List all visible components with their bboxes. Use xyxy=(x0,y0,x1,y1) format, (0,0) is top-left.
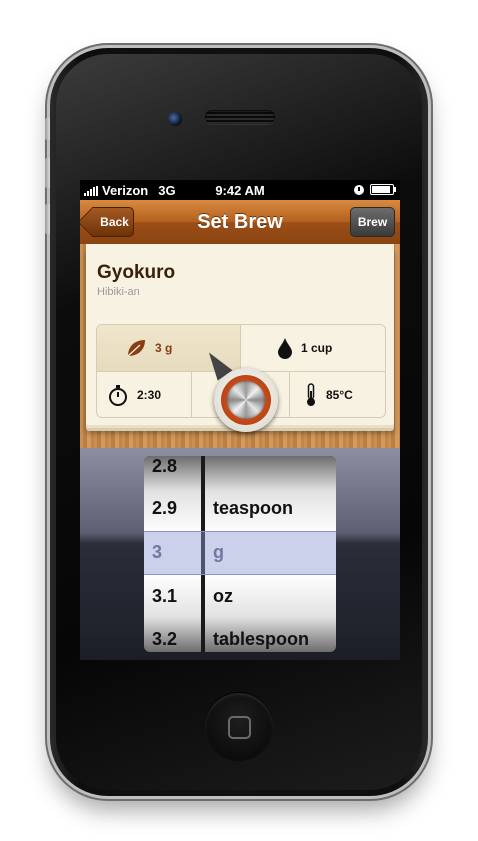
water-drop-icon xyxy=(278,338,292,359)
navigation-bar: Back Set Brew Brew xyxy=(80,200,400,245)
picker-area: 2.8 2.9 3 3.1 3.2 teaspoon g oz tablespo… xyxy=(80,448,400,660)
water-value: 1 cup xyxy=(301,341,333,355)
volume-up-button xyxy=(45,158,50,188)
amount-picker[interactable]: 2.8 2.9 3 3.1 3.2 teaspoon g oz tablespo… xyxy=(144,456,336,652)
alarm-clock-icon xyxy=(354,184,364,195)
brew-dial[interactable] xyxy=(214,368,278,432)
volume-down-button xyxy=(45,204,50,234)
picker-number[interactable]: 3.1 xyxy=(144,574,201,618)
earpiece-speaker xyxy=(205,110,275,124)
mute-switch xyxy=(45,118,50,140)
picker-unit[interactable]: teaspoon xyxy=(205,486,336,530)
dial-face xyxy=(227,381,265,419)
picker-unit[interactable]: oz xyxy=(205,574,336,618)
front-camera xyxy=(168,112,182,126)
temperature-value: 85°C xyxy=(326,387,353,402)
picker-selection-indicator xyxy=(144,531,336,575)
brew-button[interactable]: Brew xyxy=(350,207,395,237)
temperature-cell[interactable]: 85°C xyxy=(290,372,385,417)
time-value: 2:30 xyxy=(137,387,162,402)
home-square-icon xyxy=(228,716,251,739)
status-bar: Verizon 3G 9:42 AM xyxy=(80,180,400,200)
leaf-icon xyxy=(127,340,145,357)
home-button[interactable] xyxy=(205,693,273,761)
time-cell[interactable]: 2:30 xyxy=(97,372,191,417)
picker-number[interactable]: 2.9 xyxy=(144,486,201,530)
status-time: 9:42 AM xyxy=(215,183,265,198)
thermometer-icon xyxy=(307,382,315,406)
amount-value: 3 g xyxy=(155,341,173,355)
back-button[interactable]: Back xyxy=(92,207,134,237)
picker-unit[interactable]: tablespoon xyxy=(205,617,336,652)
tea-vendor: Hibiki-an xyxy=(97,286,140,298)
screen: Verizon 3G 9:42 AM Back Set Brew Brew Gy… xyxy=(80,180,400,660)
picker-number[interactable]: 2.8 xyxy=(144,456,201,488)
water-cell[interactable]: 1 cup xyxy=(241,325,385,371)
wood-background: Gyokuro Hibiki-an 3 g 1 cup 2:30 85°C xyxy=(80,244,400,448)
stopwatch-icon xyxy=(109,384,127,406)
picker-number[interactable]: 3.2 xyxy=(144,617,201,652)
tea-name: Gyokuro xyxy=(97,262,176,283)
battery-icon xyxy=(370,184,396,195)
brew-card: Gyokuro Hibiki-an 3 g 1 cup 2:30 85°C xyxy=(86,244,394,432)
